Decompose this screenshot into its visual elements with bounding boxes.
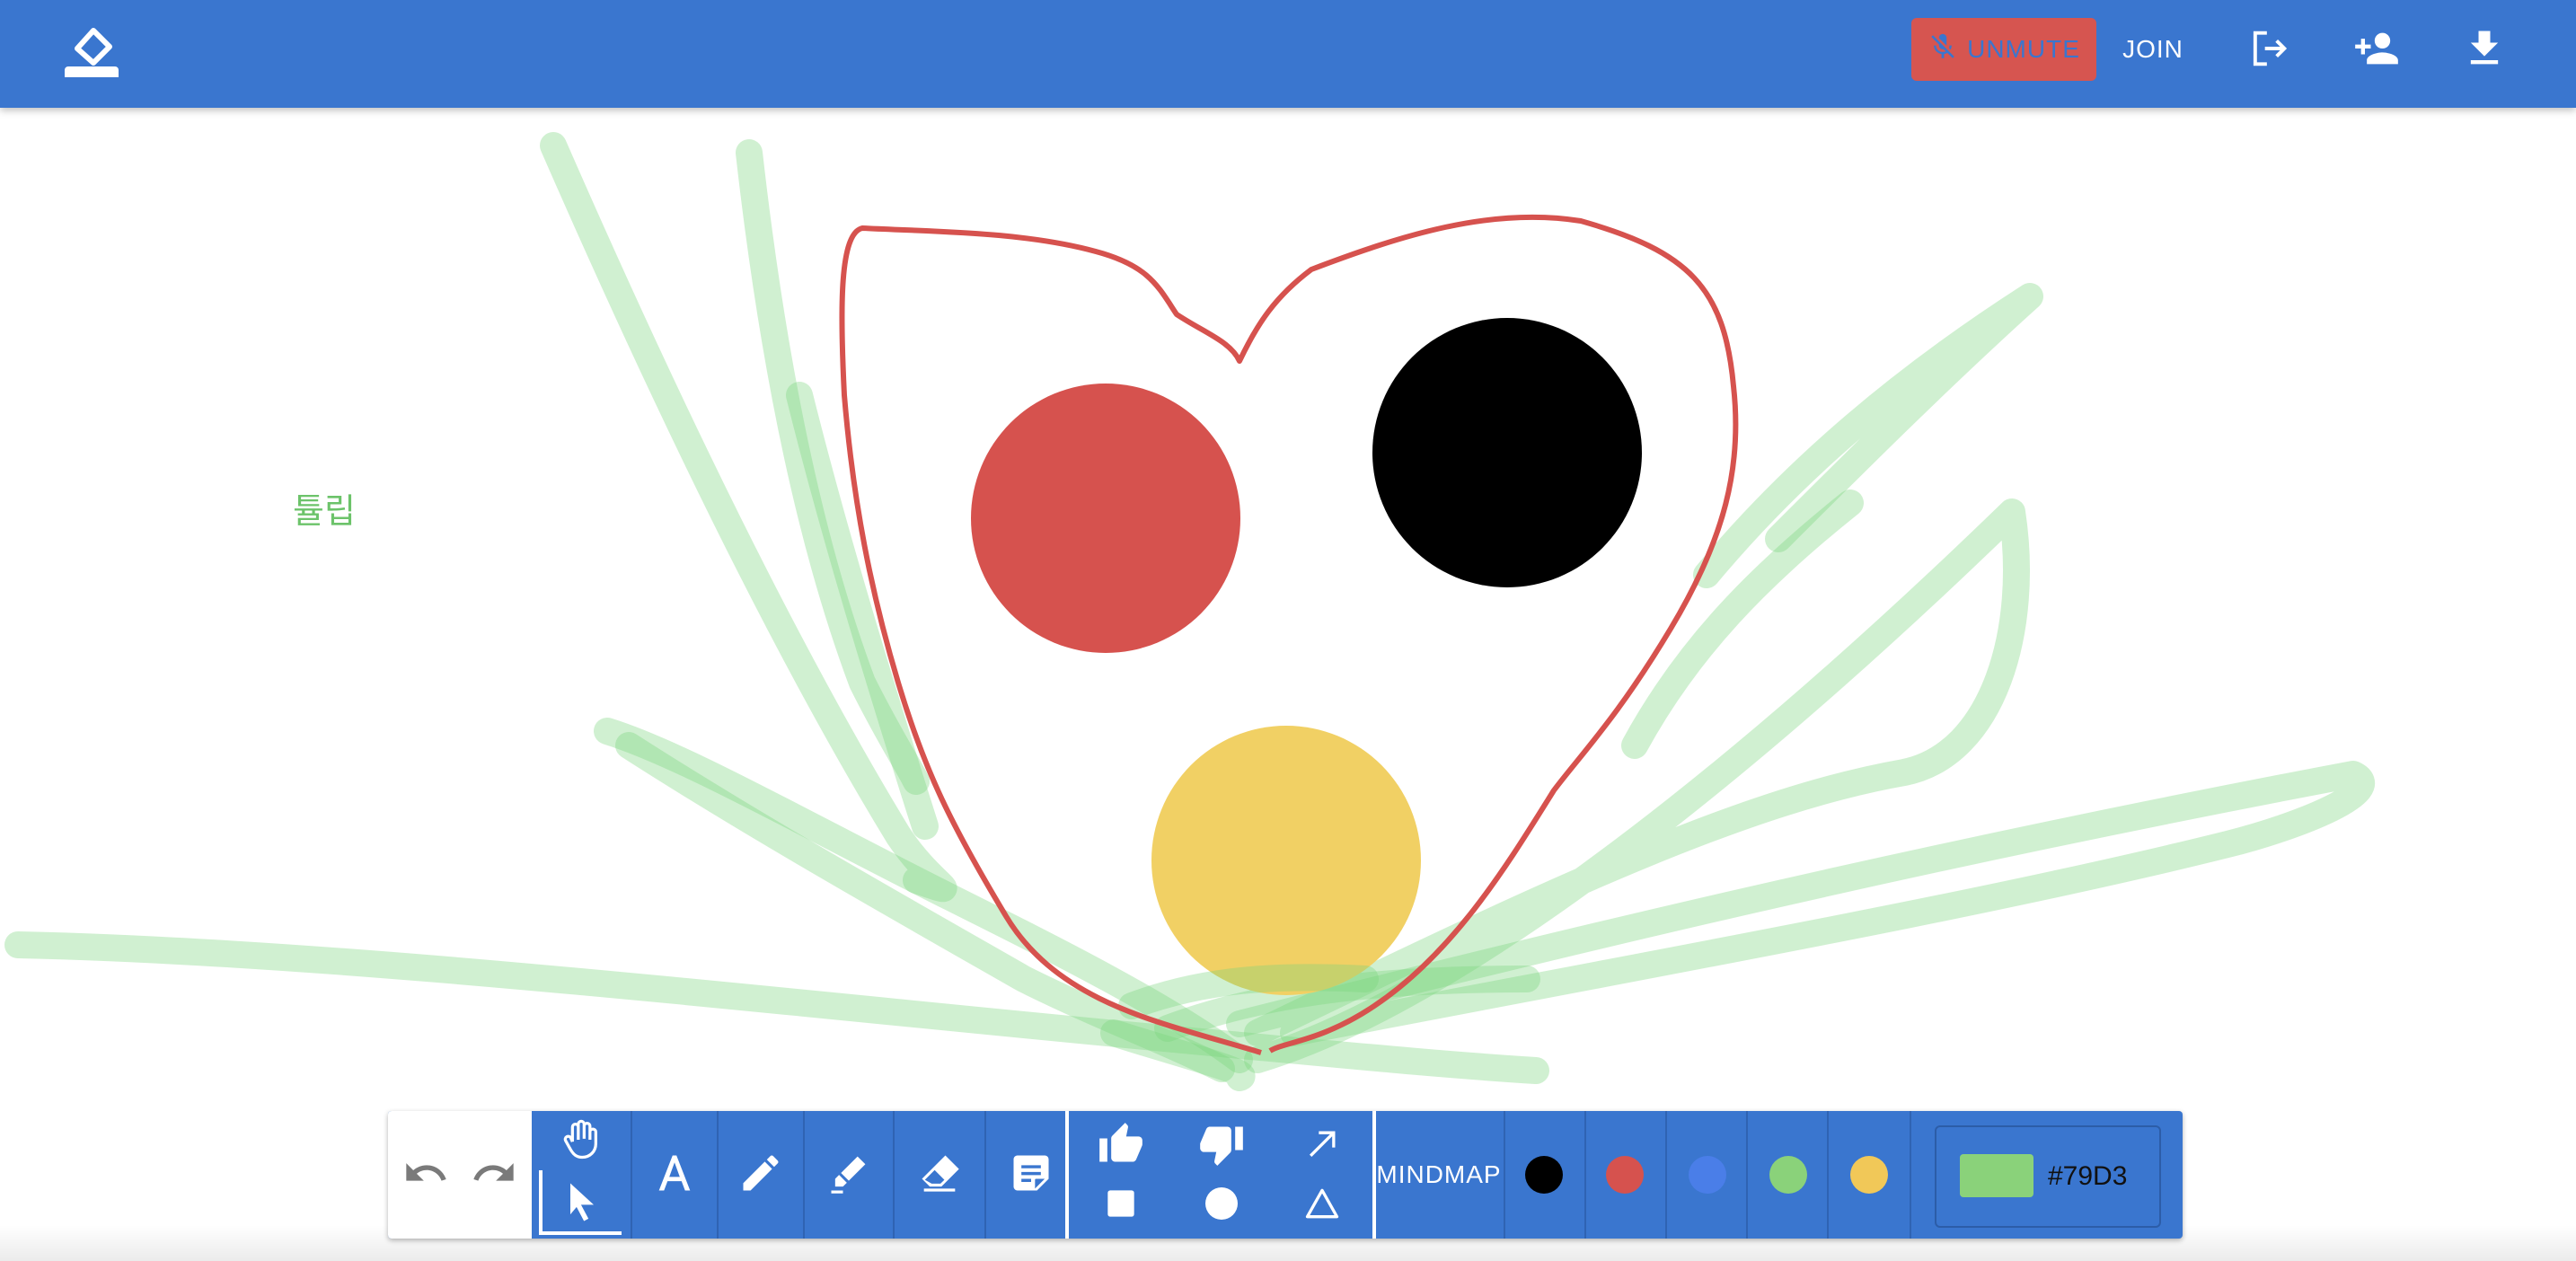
- thumbs-up-stamp-button[interactable]: [1072, 1118, 1169, 1174]
- text-label[interactable]: 튤립: [293, 483, 356, 533]
- add-user-button[interactable]: [2348, 22, 2405, 79]
- logout-icon: [2245, 25, 2292, 76]
- current-color-chip: [1960, 1154, 2033, 1197]
- custom-color-input[interactable]: #79D3: [1935, 1125, 2161, 1228]
- sticky-note-icon: [1008, 1150, 1054, 1201]
- arrow-icon: [1302, 1124, 1342, 1168]
- drawing-layer: [4, 132, 2375, 1091]
- color-swatch-black[interactable]: [1504, 1111, 1586, 1239]
- eraser-logo-icon[interactable]: [61, 22, 122, 83]
- undo-button[interactable]: [397, 1151, 454, 1198]
- square-icon: [1101, 1184, 1141, 1228]
- current-color-hex: #79D3: [2048, 1161, 2128, 1191]
- download-button[interactable]: [2456, 22, 2513, 79]
- thumbs-down-icon: [1198, 1121, 1245, 1172]
- triangle-icon: [1302, 1184, 1342, 1228]
- arrow-shape-button[interactable]: [1274, 1118, 1371, 1174]
- color-swatch-green[interactable]: [1746, 1111, 1829, 1239]
- red-dot: [1606, 1156, 1644, 1194]
- color-swatch-blue[interactable]: [1665, 1111, 1748, 1239]
- black-circle: [1372, 318, 1642, 587]
- eraser-tool-button[interactable]: [895, 1111, 984, 1239]
- hand-icon: [557, 1116, 604, 1163]
- redo-button[interactable]: [465, 1151, 523, 1198]
- yellow-dot: [1850, 1156, 1888, 1194]
- circle-shape-button[interactable]: [1173, 1177, 1270, 1233]
- add-person-icon: [2353, 25, 2400, 76]
- text-icon: [651, 1150, 698, 1201]
- highlighter-tool-button[interactable]: [805, 1111, 893, 1239]
- eraser-icon: [916, 1150, 963, 1201]
- download-icon: [2461, 25, 2508, 76]
- join-button[interactable]: JOIN: [2111, 18, 2195, 81]
- select-tool-button[interactable]: [539, 1170, 622, 1235]
- circle-icon: [1200, 1182, 1243, 1230]
- top-app-bar: UNMUTE JOIN: [0, 0, 2576, 108]
- thumbs-down-stamp-button[interactable]: [1173, 1118, 1270, 1174]
- green-dot: [1769, 1156, 1807, 1194]
- redo-icon: [471, 1150, 517, 1201]
- sticky-note-button[interactable]: [986, 1111, 1076, 1239]
- black-dot: [1525, 1156, 1563, 1194]
- color-swatch-red[interactable]: [1584, 1111, 1667, 1239]
- blue-dot: [1689, 1156, 1726, 1194]
- pen-icon: [737, 1150, 784, 1201]
- mindmap-button[interactable]: MINDMAP: [1374, 1111, 1504, 1239]
- bottom-toolbar: MINDMAP #79D3: [388, 1111, 2183, 1239]
- triangle-shape-button[interactable]: [1274, 1177, 1371, 1233]
- unmute-button[interactable]: UNMUTE: [1911, 18, 2096, 81]
- pen-tool-button[interactable]: [719, 1111, 803, 1239]
- thumbs-up-icon: [1098, 1121, 1144, 1172]
- mic-off-icon: [1928, 31, 1958, 68]
- undo-icon: [402, 1150, 449, 1201]
- whiteboard-canvas[interactable]: 튤립: [0, 108, 2576, 1261]
- red-circle: [971, 384, 1240, 653]
- pointer-icon: [559, 1177, 605, 1224]
- text-tool-button[interactable]: [632, 1111, 717, 1239]
- highlighter-icon: [825, 1150, 872, 1201]
- yellow-circle: [1151, 726, 1421, 995]
- square-shape-button[interactable]: [1072, 1177, 1169, 1233]
- color-swatch-yellow[interactable]: [1827, 1111, 1911, 1239]
- highlighter-stroke: [540, 132, 957, 903]
- unmute-label: UNMUTE: [1967, 35, 2080, 63]
- logout-button[interactable]: [2240, 22, 2298, 79]
